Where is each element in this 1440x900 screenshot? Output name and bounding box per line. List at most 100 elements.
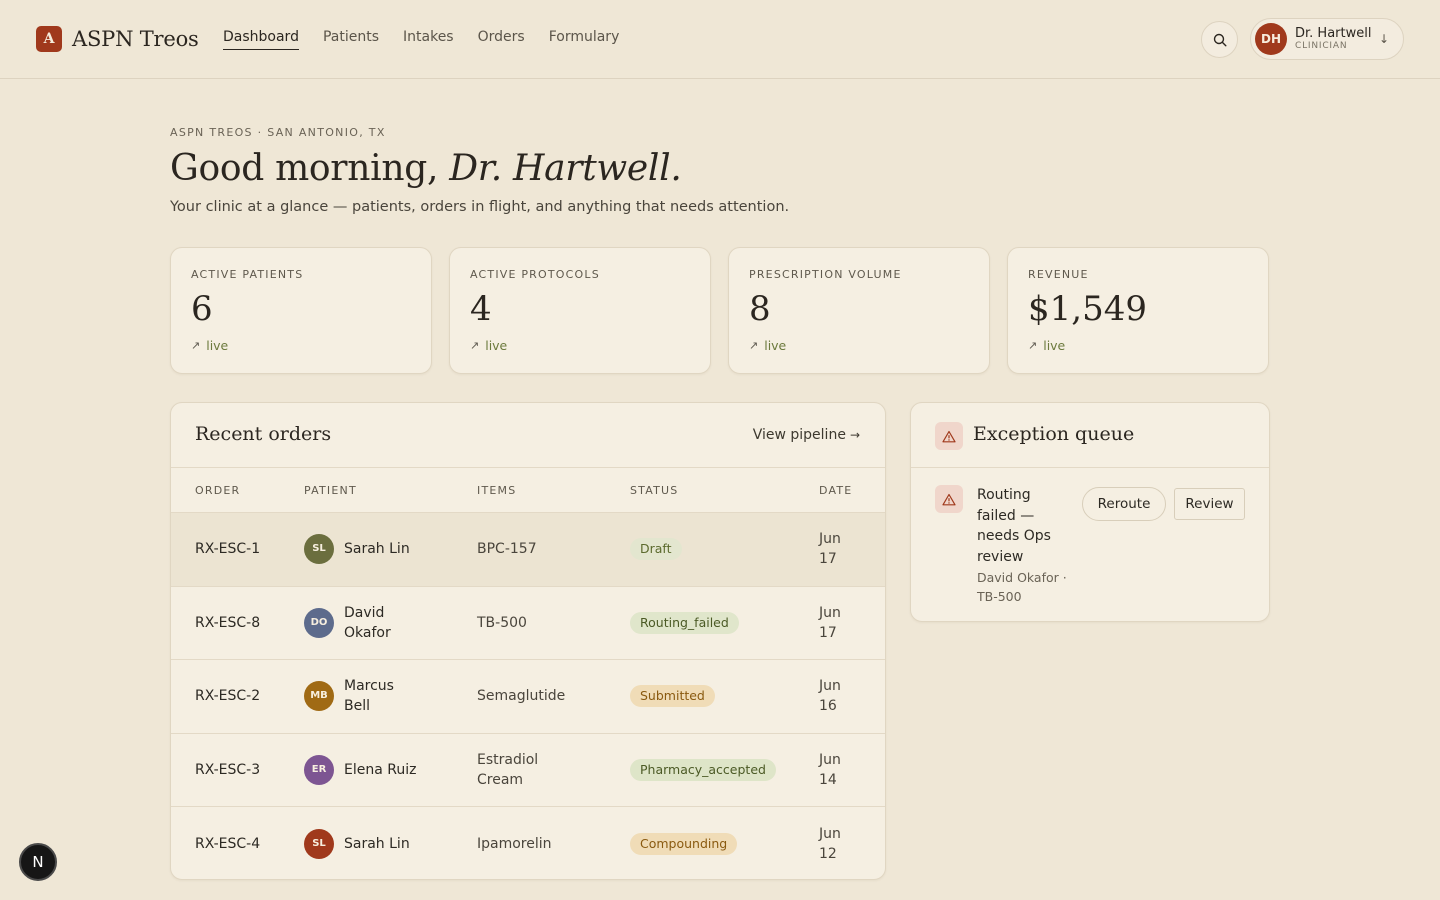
- chevron-down-icon: ↓: [1378, 32, 1389, 46]
- stat-trend: ↗ live: [749, 338, 969, 353]
- stat-trend: ↗ live: [470, 338, 690, 353]
- stat-trend: ↗ live: [191, 338, 411, 353]
- order-id: RX-ESC-4: [195, 835, 261, 852]
- status-badge: Compounding: [630, 832, 738, 855]
- search-icon: [1213, 33, 1227, 47]
- status-badge: Submitted: [630, 685, 715, 708]
- stat-card-revenue: REVENUE $1,549 ↗ live: [1007, 247, 1269, 374]
- status-cell: Routing_failed: [630, 611, 739, 634]
- order-date: Jun 16: [819, 678, 841, 715]
- review-button[interactable]: Review: [1174, 488, 1245, 520]
- order-id: RX-ESC-2: [195, 688, 261, 705]
- order-items: Ipamorelin: [477, 835, 552, 852]
- stat-label: PRESCRIPTION VOLUME: [749, 268, 902, 281]
- top-navigation-bar: A ASPN Treos Dashboard Patients Intakes …: [0, 0, 1440, 79]
- table-header: ORDER PATIENT ITEMS STATUS DATE: [171, 468, 885, 513]
- stat-value: 6: [191, 289, 213, 329]
- avatar: DO: [304, 607, 334, 638]
- order-items: Semaglutide: [477, 688, 566, 705]
- trend-up-icon: ↗: [1028, 339, 1038, 353]
- warning-icon: [935, 485, 963, 513]
- patient-name: Sarah Lin: [344, 541, 410, 558]
- avatar: MB: [304, 681, 334, 712]
- nav-item-formulary[interactable]: Formulary: [549, 29, 620, 50]
- order-date: Jun 17: [819, 604, 841, 641]
- patient-cell: DO David Okafor: [304, 603, 424, 643]
- exception-queue-title: Exception queue: [973, 423, 1135, 445]
- patient-cell: SL Sarah Lin: [304, 828, 424, 859]
- trend-up-icon: ↗: [191, 339, 201, 353]
- user-menu[interactable]: DH Dr. Hartwell CLINICIAN ↓: [1250, 18, 1404, 60]
- stat-card-active-protocols: ACTIVE PROTOCOLS 4 ↗ live: [449, 247, 711, 374]
- avatar: ER: [304, 754, 334, 785]
- main-nav: Dashboard Patients Intakes Orders Formul…: [223, 29, 619, 50]
- stat-card-active-patients: ACTIVE PATIENTS 6 ↗ live: [170, 247, 432, 374]
- trend-up-icon: ↗: [749, 339, 759, 353]
- status-cell: Submitted: [630, 685, 715, 708]
- nav-item-intakes[interactable]: Intakes: [403, 29, 454, 50]
- view-pipeline-link[interactable]: View pipeline →: [753, 427, 860, 443]
- nav-item-orders[interactable]: Orders: [478, 29, 525, 50]
- stat-value: 8: [749, 289, 771, 329]
- reroute-button[interactable]: Reroute: [1082, 487, 1166, 521]
- stat-trend-label: live: [485, 338, 508, 354]
- table-row[interactable]: RX-ESC-2 MB Marcus Bell Semaglutide Submitte…: [171, 660, 885, 734]
- patient-cell: SL Sarah Lin: [304, 534, 424, 565]
- status-cell: Pharmacy_accepted: [630, 758, 776, 781]
- recent-orders-title: Recent orders: [195, 423, 332, 445]
- patient-name: Sarah Lin: [344, 835, 410, 852]
- column-header-status: STATUS: [630, 484, 679, 497]
- clinic-location: ASPN TREOS · SAN ANTONIO, TX: [170, 126, 386, 139]
- table-row[interactable]: RX-ESC-4 SL Sarah Lin Ipamorelin Compounding…: [171, 807, 885, 879]
- user-name: Dr. Hartwell: [1295, 26, 1372, 41]
- greeting-prefix: Good morning,: [170, 148, 450, 189]
- dev-tools-badge[interactable]: N: [19, 843, 57, 881]
- avatar: SL: [304, 534, 334, 565]
- trend-up-icon: ↗: [470, 339, 480, 353]
- order-date: Jun 12: [819, 825, 841, 862]
- greeting-name: Dr. Hartwell.: [449, 148, 682, 189]
- stat-trend-label: live: [206, 338, 229, 354]
- view-pipeline-label: View pipeline: [752, 427, 846, 443]
- order-date: Jun 17: [819, 531, 841, 568]
- stat-trend-label: live: [1043, 338, 1066, 354]
- stat-value: 4: [470, 289, 492, 329]
- stat-value: $1,549: [1028, 289, 1147, 329]
- avatar: DH: [1255, 23, 1287, 55]
- stat-card-prescription-volume: PRESCRIPTION VOLUME 8 ↗ live: [728, 247, 990, 374]
- table-row[interactable]: RX-ESC-1 SL Sarah Lin BPC-157 Draft Jun 17: [171, 513, 885, 587]
- status-cell: Compounding: [630, 832, 738, 855]
- stat-trend: ↗ live: [1028, 338, 1248, 353]
- order-items: TB-500: [477, 614, 527, 631]
- brand-name: ASPN Treos: [72, 27, 199, 51]
- order-id: RX-ESC-8: [195, 614, 261, 631]
- stat-label: ACTIVE PROTOCOLS: [470, 268, 600, 281]
- status-badge: Pharmacy_accepted: [630, 758, 776, 781]
- patient-name: David Okafor: [344, 604, 391, 641]
- nav-item-patients[interactable]: Patients: [323, 29, 379, 50]
- stat-label: REVENUE: [1028, 268, 1089, 281]
- page-subtitle: Your clinic at a glance — patients, orde…: [170, 199, 790, 215]
- brand[interactable]: A ASPN Treos: [36, 26, 199, 52]
- warning-icon: [935, 422, 963, 450]
- exception-queue-card: Exception queue Routing failed — needs O…: [910, 402, 1270, 622]
- order-items: BPC-157: [477, 541, 537, 558]
- patient-name: Elena Ruiz: [344, 761, 417, 778]
- avatar: SL: [304, 828, 334, 859]
- column-header-items: ITEMS: [477, 484, 517, 497]
- page-title: Good morning, Dr. Hartwell.: [170, 148, 682, 189]
- patient-name: Marcus Bell: [344, 678, 394, 715]
- order-items: Estradiol Cream: [477, 751, 539, 788]
- status-badge: Routing_failed: [630, 611, 739, 634]
- stat-trend-label: live: [764, 338, 787, 354]
- order-date: Jun 14: [819, 751, 841, 788]
- column-header-order: ORDER: [195, 484, 241, 497]
- column-header-date: DATE: [819, 484, 853, 497]
- search-button[interactable]: [1201, 21, 1238, 58]
- nav-item-dashboard[interactable]: Dashboard: [223, 29, 299, 50]
- table-row[interactable]: RX-ESC-3 ER Elena Ruiz Estradiol Cream Pharm…: [171, 734, 885, 807]
- table-row[interactable]: RX-ESC-8 DO David Okafor TB-500 Routing_fail…: [171, 587, 885, 660]
- patient-cell: MB Marcus Bell: [304, 676, 424, 716]
- stat-label: ACTIVE PATIENTS: [191, 268, 304, 281]
- column-header-patient: PATIENT: [304, 484, 357, 497]
